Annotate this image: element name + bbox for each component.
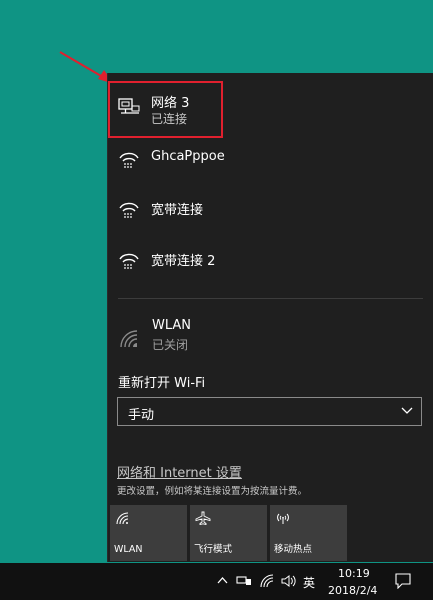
dropdown-value: 手动 xyxy=(128,408,155,423)
network-name: 宽带连接 xyxy=(151,203,204,218)
wifi-reopen-dropdown[interactable]: 手动 xyxy=(117,397,422,426)
settings-description: 更改设置，例如将某连接设置为按流量计费。 xyxy=(117,486,308,497)
wlan-item[interactable]: WLAN 已关闭 xyxy=(107,308,433,358)
action-center-icon[interactable] xyxy=(395,573,411,589)
wifi-off-icon xyxy=(120,330,138,348)
annotation-highlight-box xyxy=(108,81,223,138)
ime-indicator[interactable]: 英 xyxy=(303,574,315,591)
dialup-broadband-icon xyxy=(119,152,139,168)
wlan-name: WLAN xyxy=(152,318,192,333)
chevron-down-icon xyxy=(401,407,413,414)
wifi-icon xyxy=(116,512,129,525)
clock-date[interactable]: 2018/2/4 xyxy=(328,584,377,597)
volume-icon[interactable] xyxy=(281,574,298,588)
wifi-tray-icon[interactable] xyxy=(260,574,275,588)
clock-time[interactable]: 10:19 xyxy=(338,567,370,580)
quick-action-airplane-mode[interactable]: 飞行模式 xyxy=(190,505,267,561)
network-name: 宽带连接 2 xyxy=(151,254,216,269)
tile-label: 移动热点 xyxy=(274,544,313,555)
quick-action-mobile-hotspot[interactable]: 移动热点 xyxy=(270,505,347,561)
dialup-broadband-icon xyxy=(119,253,139,269)
taskbar: 英 10:19 2018/2/4 xyxy=(0,563,433,600)
tile-label: 飞行模式 xyxy=(194,544,233,555)
network-item-ghcapppoe[interactable]: GhcaPppoe xyxy=(108,133,433,183)
chevron-up-icon[interactable] xyxy=(217,574,228,588)
quick-action-wlan[interactable]: WLAN xyxy=(110,505,187,561)
airplane-icon xyxy=(195,511,211,525)
usb-device-icon[interactable] xyxy=(236,574,252,588)
dialup-broadband-icon xyxy=(119,202,139,218)
hotspot-icon xyxy=(277,513,289,524)
wifi-reopen-label: 重新打开 Wi-Fi xyxy=(118,376,206,391)
network-item-broadband[interactable]: 宽带连接 xyxy=(108,183,433,233)
network-settings-link[interactable]: 网络和 Internet 设置 xyxy=(117,462,242,481)
network-name: GhcaPppoe xyxy=(151,149,225,164)
network-item-broadband-2[interactable]: 宽带连接 2 xyxy=(108,234,433,284)
tile-label: WLAN xyxy=(114,544,143,555)
wlan-status: 已关闭 xyxy=(152,338,189,352)
divider xyxy=(118,298,423,299)
